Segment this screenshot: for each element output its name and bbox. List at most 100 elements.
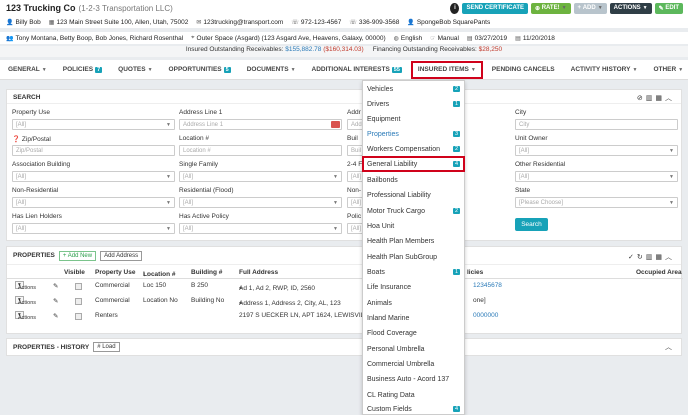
financing-receivable-value[interactable]: $28,250 — [479, 46, 503, 53]
contact-phone2: 336-909-3568 — [358, 18, 400, 26]
menu-item-bailbonds[interactable]: Bailbonds — [363, 173, 464, 187]
address-line2-input[interactable]: Add — [347, 119, 363, 130]
address-line1-input[interactable]: Address Line 1 — [179, 119, 342, 130]
menu-item-general-liability[interactable]: General Liability 4 — [362, 156, 465, 172]
account-language: English — [400, 34, 423, 42]
menu-item-drivers[interactable]: Drivers 1 — [363, 97, 464, 111]
tab-quotes[interactable]: QUOTES ▼ — [110, 60, 160, 80]
chevron-down-icon: ▼ — [678, 66, 684, 73]
menu-item-equipment[interactable]: Equipment — [363, 112, 464, 126]
chevron-down-icon: ▼ — [333, 173, 338, 180]
tab-pending-cancels[interactable]: PENDING CANCELS — [484, 60, 563, 80]
menu-item-business-auto[interactable]: Business Auto - Acord 137 — [363, 372, 464, 386]
two-four-family-select[interactable]: [All] — [347, 171, 363, 182]
residential-flood-select[interactable]: [All] ▼ — [179, 197, 342, 208]
edit-icon[interactable]: ✎ — [53, 312, 58, 320]
grid-icon[interactable]: ▦ — [655, 95, 665, 102]
help-icon[interactable]: ❓ — [12, 136, 20, 143]
map-marker-icon[interactable]: ⌖ — [239, 285, 243, 293]
menu-item-motor-truck-cargo[interactable]: Motor Truck Cargo 2 — [363, 204, 464, 218]
menu-item-cl-rating-data[interactable]: CL Rating Data — [363, 388, 464, 402]
rate-button[interactable]: ⊕ RATE! ▼ — [531, 2, 571, 14]
single-family-select[interactable]: [All] ▼ — [179, 171, 342, 182]
menu-item-flood-coverage[interactable]: Flood Coverage — [363, 326, 464, 340]
visible-checkbox[interactable] — [75, 283, 82, 290]
tab-documents[interactable]: DOCUMENTS ▼ — [239, 60, 304, 80]
tab-general[interactable]: GENERAL ▼ — [0, 60, 55, 80]
send-certificate-button[interactable]: SEND CERTIFICATE — [462, 2, 528, 14]
tab-policies[interactable]: POLICIES 7 — [55, 60, 110, 80]
building-input[interactable]: Buil — [347, 145, 363, 156]
edit-button[interactable]: ✎ EDIT — [654, 2, 683, 14]
load-button[interactable]: # Load — [93, 342, 120, 352]
property-use-select[interactable]: [All] ▼ — [12, 119, 175, 130]
check-icon[interactable]: ✓ — [628, 254, 637, 261]
chevron-up-icon[interactable]: ︿ — [665, 95, 675, 102]
row-actions-button[interactable]: Actions ▾ — [15, 311, 36, 321]
row-actions-button[interactable]: Actions ▾ — [15, 296, 36, 306]
menu-item-boats[interactable]: Boats 1 — [363, 265, 464, 279]
menu-item-animals[interactable]: Animals — [363, 296, 464, 310]
menu-item-professional-liability[interactable]: Professional Liability — [363, 188, 464, 202]
clear-icon[interactable]: ⊘ — [637, 95, 646, 102]
menu-item-life-insurance[interactable]: Life Insurance — [363, 280, 464, 294]
other-residential-select[interactable]: [All] ▼ — [515, 171, 678, 182]
tab-opportunities[interactable]: OPPORTUNITIES 5 — [161, 60, 239, 80]
unit-owner-select[interactable]: [All] ▼ — [515, 145, 678, 156]
insured-receivable-value[interactable]: $155,882.78 — [285, 46, 321, 53]
info-icon[interactable]: i — [450, 2, 460, 14]
chevron-up-icon[interactable]: ︿ — [665, 344, 675, 351]
grid-icon[interactable]: ▦ — [655, 254, 665, 261]
chevron-down-icon: ▼ — [290, 66, 296, 73]
add-new-button[interactable]: + Add New — [58, 250, 97, 261]
visible-checkbox[interactable] — [75, 313, 82, 320]
properties-history-panel: PROPERTIES - HISTORY # Load ︿ — [6, 338, 682, 356]
association-select[interactable]: [All] ▼ — [12, 171, 175, 182]
residential-flood-field: Residential (Flood) [All] ▼ — [179, 187, 342, 208]
location-input[interactable]: Location # — [179, 145, 342, 156]
menu-icon[interactable] — [331, 121, 340, 128]
tab-insured-items[interactable]: INSURED ITEMS ▼ — [410, 60, 484, 80]
actions-button[interactable]: ACTIONS ▼ — [609, 2, 652, 14]
menu-item-personal-umbrella[interactable]: Personal Umbrella — [363, 342, 464, 356]
non-residential-select[interactable]: [All] ▼ — [12, 197, 175, 208]
tab-other[interactable]: OTHER ▼ — [645, 60, 688, 80]
menu-item-commercial-umbrella[interactable]: Commercial Umbrella — [363, 357, 464, 371]
calendar-icon: ▤ — [515, 35, 521, 42]
active-policy-select[interactable]: [All] ▼ — [179, 223, 342, 234]
insured-items-menu: Vehicles 2 Drivers 1 Equipment Properties 3… — [362, 80, 465, 415]
menu-item-inland-marine[interactable]: Inland Marine — [363, 311, 464, 325]
menu-item-custom-fields[interactable]: Custom Fields 4 — [363, 402, 464, 415]
chevron-up-icon[interactable]: ︿ — [665, 254, 675, 261]
add-button[interactable]: + ADD ▼ — [573, 2, 607, 14]
add-address-button[interactable]: Add Address — [100, 250, 143, 261]
contact-email[interactable]: 123trucking@transport.com — [203, 19, 283, 26]
menu-item-workers-compensation[interactable]: Workers Compensation 2 — [363, 142, 464, 156]
refresh-icon[interactable]: ↻ — [637, 254, 646, 261]
lien-holders-select[interactable]: [All] ▼ — [12, 223, 175, 234]
visible-checkbox[interactable] — [75, 298, 82, 305]
policy-select[interactable]: [All] — [347, 223, 363, 234]
row-actions-button[interactable]: Actions ▾ — [15, 281, 36, 291]
edit-icon[interactable]: ✎ — [53, 282, 58, 290]
count-badge: 55 — [391, 66, 402, 73]
columns-icon[interactable]: ▥ — [646, 254, 656, 261]
tab-activity-history[interactable]: ACTIVITY HISTORY ▼ — [563, 60, 646, 80]
non-flood-select[interactable]: [All] — [347, 197, 363, 208]
chevron-down-icon: ▼ — [166, 173, 171, 180]
account-date2: 11/20/2018 — [522, 34, 555, 42]
search-button[interactable]: Search — [515, 218, 548, 231]
tab-additional-interests[interactable]: ADDITIONAL INTERESTS 55 — [304, 60, 410, 80]
menu-item-health-plan-subgroup[interactable]: Health Plan SubGroup — [363, 250, 464, 264]
edit-icon[interactable]: ✎ — [53, 297, 58, 305]
menu-item-properties[interactable]: Properties 3 — [363, 127, 464, 141]
account-mode: Manual — [437, 34, 459, 42]
map-marker-icon[interactable]: ⌖ — [239, 300, 243, 308]
city-input[interactable]: City — [515, 119, 678, 130]
menu-item-hoa-unit[interactable]: Hoa Unit — [363, 219, 464, 233]
columns-icon[interactable]: ▥ — [646, 95, 656, 102]
zip-input[interactable]: Zip/Postal — [12, 145, 175, 156]
state-select[interactable]: [Please Choose] ▼ — [515, 197, 678, 208]
menu-item-vehicles[interactable]: Vehicles 2 — [363, 82, 464, 96]
menu-item-health-plan-members[interactable]: Health Plan Members — [363, 234, 464, 248]
